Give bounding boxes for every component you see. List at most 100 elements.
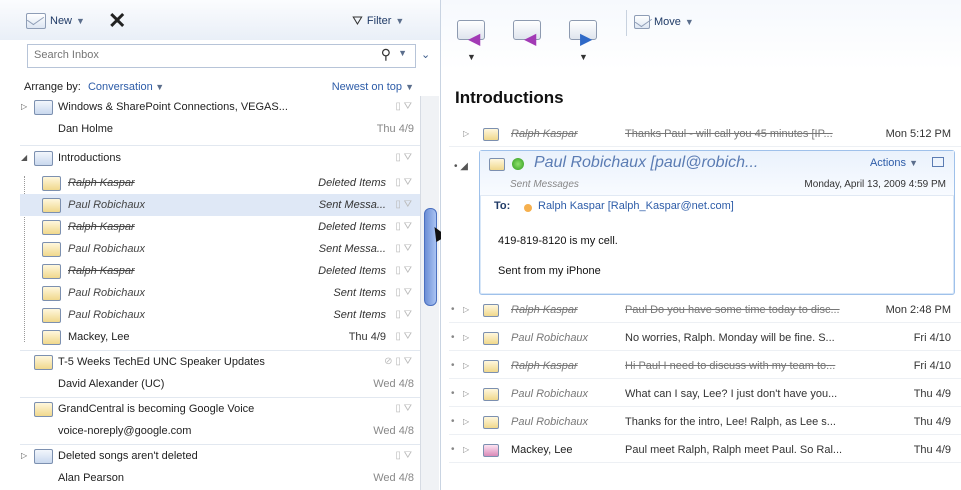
expand-arrow-icon[interactable]: ▷: [463, 122, 469, 146]
flag-icon[interactable]: ▯ ⛛: [395, 147, 412, 169]
delete-icon[interactable]: ✕: [108, 8, 126, 34]
new-button-label: New: [50, 15, 73, 27]
conversation-message[interactable]: • ▷ Mackey, Lee Paul meet Ralph, Ralph me…: [449, 438, 961, 463]
collapse-arrow-icon[interactable]: ◢: [21, 147, 27, 169]
expand-arrow-icon[interactable]: ▷: [463, 382, 469, 406]
expand-arrow-icon[interactable]: ▷: [463, 326, 469, 350]
filter-button[interactable]: ⛛ Filter ▼: [352, 13, 404, 29]
chevron-down-icon[interactable]: ▼: [76, 16, 85, 26]
list-item-detail[interactable]: David Alexander (UC) Wed 4/8: [20, 373, 420, 395]
flag-icon[interactable]: ▯ ⛛: [395, 260, 412, 282]
filter-button-label: Filter: [366, 15, 392, 27]
list-item[interactable]: GrandCentral is becoming Google Voice ▯ …: [20, 398, 420, 420]
flag-icon[interactable]: ▯ ⛛: [395, 216, 412, 238]
flag-icon[interactable]: ▯ ⛛: [395, 172, 412, 194]
arrange-by-selector[interactable]: Conversation: [88, 81, 153, 93]
search-input[interactable]: [28, 45, 370, 65]
conversation-message[interactable]: ▷ Ralph Kaspar Thanks Paul - will call y…: [449, 122, 961, 147]
date: Wed 4/8: [373, 472, 414, 484]
chevron-down-icon[interactable]: ▼: [153, 82, 164, 92]
folder: Sent Items: [333, 309, 386, 321]
conversation-icon: [34, 449, 53, 464]
date: Thu 4/9: [913, 444, 951, 456]
recipient[interactable]: Ralph Kaspar [Ralph_Kaspar@net.com]: [538, 200, 734, 212]
list-item[interactable]: Paul Robichaux Sent Messa... ▯ ⛛: [20, 238, 420, 260]
sender: Ralph Kaspar: [68, 265, 135, 277]
flag-icon[interactable]: ▯ ⛛: [395, 282, 412, 304]
conversation-message[interactable]: • ▷ Ralph Kaspar Hi Paul I need to discus…: [449, 354, 961, 379]
expand-arrow-icon[interactable]: ▷: [21, 445, 27, 467]
mail-icon: [483, 360, 499, 373]
mail-icon: [483, 444, 499, 457]
list-item-selected[interactable]: Paul Robichaux Sent Messa... ▯ ⛛: [20, 194, 420, 216]
conversation-message[interactable]: • ▷ Ralph Kaspar Paul Do you have some ti…: [449, 298, 961, 323]
funnel-icon: ⛛: [352, 13, 363, 28]
reply-all-button[interactable]: ◀: [511, 12, 543, 48]
conversation-icon: [34, 100, 53, 115]
flag-icon[interactable]: ▯ ⛛: [395, 445, 412, 467]
popout-icon[interactable]: [932, 157, 944, 167]
new-mail-icon: [26, 13, 46, 29]
chevron-down-icon[interactable]: ▼: [395, 16, 404, 26]
list-item[interactable]: T-5 Weeks TechEd UNC Speaker Updates ⊘ ▯…: [20, 351, 420, 373]
mail-icon: [34, 402, 53, 417]
actions-menu-button[interactable]: Actions ▼: [870, 157, 918, 169]
flag-icon[interactable]: ▯ ⛛: [395, 194, 412, 216]
date: Thu 4/9: [348, 331, 386, 343]
mail-icon: [483, 128, 499, 141]
flag-icon[interactable]: ▯ ⛛: [395, 398, 412, 420]
forward-button[interactable]: ▶ ▼: [567, 12, 599, 62]
chevron-down-icon[interactable]: ▼: [685, 17, 694, 27]
search-icon[interactable]: ⚲: [381, 46, 391, 63]
attachment-flag-icon[interactable]: ⊘ ▯ ⛛: [384, 351, 412, 373]
list-item[interactable]: ▷ Windows & SharePoint Connections, VEGA…: [20, 96, 420, 118]
list-item-detail[interactable]: voice-noreply@google.com Wed 4/8: [20, 420, 420, 442]
mail-icon: [42, 286, 61, 301]
expand-arrow-icon[interactable]: ▷: [463, 410, 469, 434]
sender: Paul Robichaux: [68, 309, 146, 321]
list-item[interactable]: Paul Robichaux Sent Items ▯ ⛛: [20, 282, 420, 304]
list-item-detail[interactable]: Dan Holme Thu 4/9: [20, 118, 420, 140]
collapse-arrow-icon[interactable]: • ◢: [454, 161, 468, 172]
flag-icon[interactable]: ▯ ⛛: [395, 326, 412, 348]
expand-arrow-icon[interactable]: ▷: [463, 438, 469, 462]
flag-icon[interactable]: ▯ ⛛: [395, 96, 412, 118]
sender: Paul Robichaux: [68, 287, 146, 299]
new-button[interactable]: New ▼: [26, 13, 85, 29]
move-button[interactable]: Move ▼: [634, 15, 694, 29]
list-item[interactable]: Ralph Kaspar Deleted Items ▯ ⛛: [20, 260, 420, 282]
scrollbar-thumb[interactable]: [424, 208, 437, 306]
conversation-message[interactable]: • ▷ Paul Robichaux Thanks for the intro, …: [449, 410, 961, 435]
preview: Thanks Paul - will call you 45 minutes […: [625, 128, 833, 140]
list-item[interactable]: Mackey, Lee Thu 4/9 ▯ ⛛: [20, 326, 420, 348]
conversation-title: Introductions: [455, 88, 564, 107]
expand-arrow-icon[interactable]: ▷: [21, 96, 27, 118]
sort-order-selector[interactable]: Newest on top ▼: [332, 81, 414, 93]
list-item[interactable]: Paul Robichaux Sent Items ▯ ⛛: [20, 304, 420, 326]
list-scrollbar[interactable]: [420, 96, 439, 490]
reply-button[interactable]: ◀ ▼: [455, 12, 487, 62]
list-item[interactable]: ▷ Deleted songs aren't deleted ▯ ⛛: [20, 445, 420, 467]
sender: Paul Robichaux: [68, 199, 146, 211]
chevron-down-icon[interactable]: ▼: [579, 52, 588, 62]
presence-online-icon: [512, 158, 524, 170]
conversation-message[interactable]: • ▷ Paul Robichaux No worries, Ralph. Mon…: [449, 326, 961, 351]
list-item[interactable]: Ralph Kaspar Deleted Items ▯ ⛛: [20, 216, 420, 238]
list-item-introductions[interactable]: ◢ Introductions ▯ ⛛: [20, 147, 420, 169]
chevron-down-icon[interactable]: ▼: [467, 52, 476, 62]
presence-away-icon: [524, 204, 532, 212]
date: Thu 4/9: [913, 388, 951, 400]
date: Mon 2:48 PM: [885, 304, 951, 316]
sender-name[interactable]: Paul Robichaux [paul@robich...: [534, 154, 758, 172]
flag-icon[interactable]: ▯ ⛛: [395, 238, 412, 260]
expand-arrow-icon[interactable]: ▷: [463, 354, 469, 378]
search-options-chevron-icon[interactable]: ▼: [398, 48, 407, 58]
expand-arrow-icon[interactable]: ▷: [463, 298, 469, 322]
list-item[interactable]: Ralph Kaspar Deleted Items ▯ ⛛: [20, 172, 420, 194]
conversation-message[interactable]: • ▷ Paul Robichaux What can I say, Lee? I…: [449, 382, 961, 407]
mail-icon: [42, 198, 61, 213]
expand-search-icon[interactable]: ⌄: [421, 48, 430, 61]
expanded-message[interactable]: • ◢ Paul Robichaux [paul@robich... Actio…: [454, 150, 955, 295]
list-item-detail[interactable]: Alan Pearson Wed 4/8: [20, 467, 420, 489]
flag-icon[interactable]: ▯ ⛛: [395, 304, 412, 326]
